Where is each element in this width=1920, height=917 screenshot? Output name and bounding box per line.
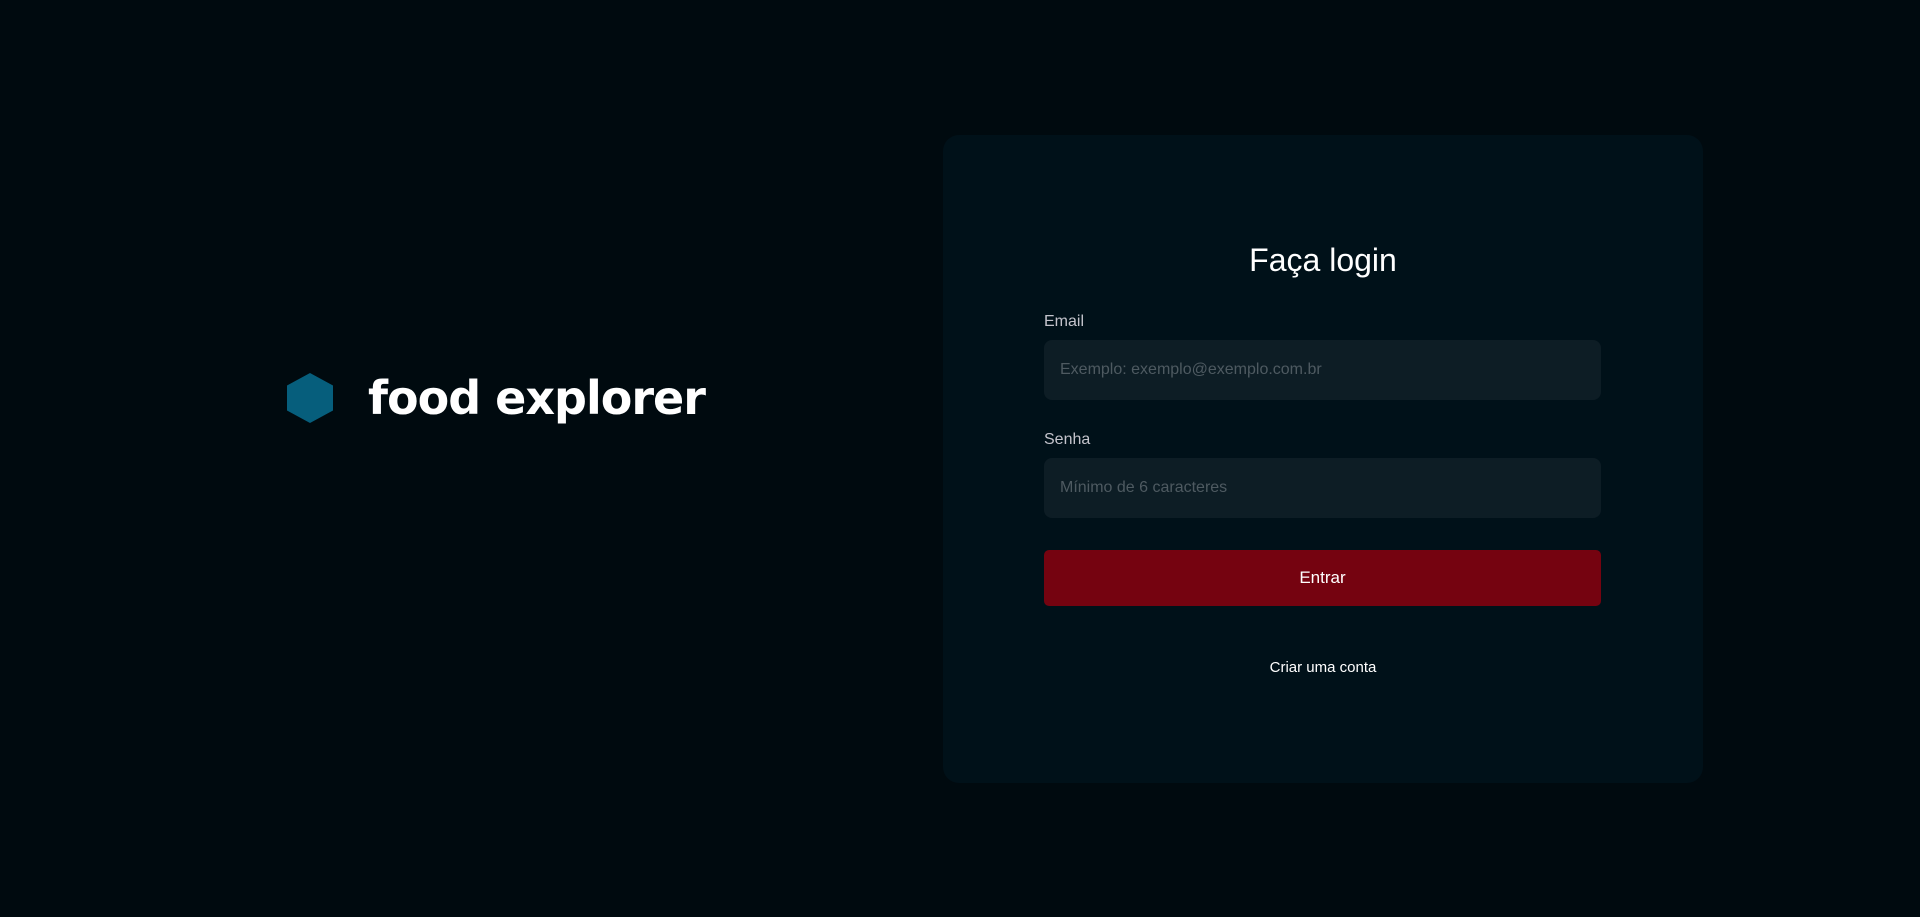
login-page: food explorer Faça login Email Senha Ent… xyxy=(0,0,1920,917)
password-field[interactable] xyxy=(1044,458,1601,518)
email-label: Email xyxy=(1044,313,1085,330)
brand-logo: food explorer xyxy=(287,370,706,426)
login-title: Faça login xyxy=(1249,242,1397,278)
brand-name: food explorer xyxy=(368,371,706,425)
create-account-link[interactable]: Criar uma conta xyxy=(943,658,1703,678)
password-label: Senha xyxy=(1044,431,1091,448)
hexagon-icon xyxy=(287,373,333,423)
email-field[interactable] xyxy=(1044,340,1601,400)
login-button[interactable]: Entrar xyxy=(1044,550,1601,606)
